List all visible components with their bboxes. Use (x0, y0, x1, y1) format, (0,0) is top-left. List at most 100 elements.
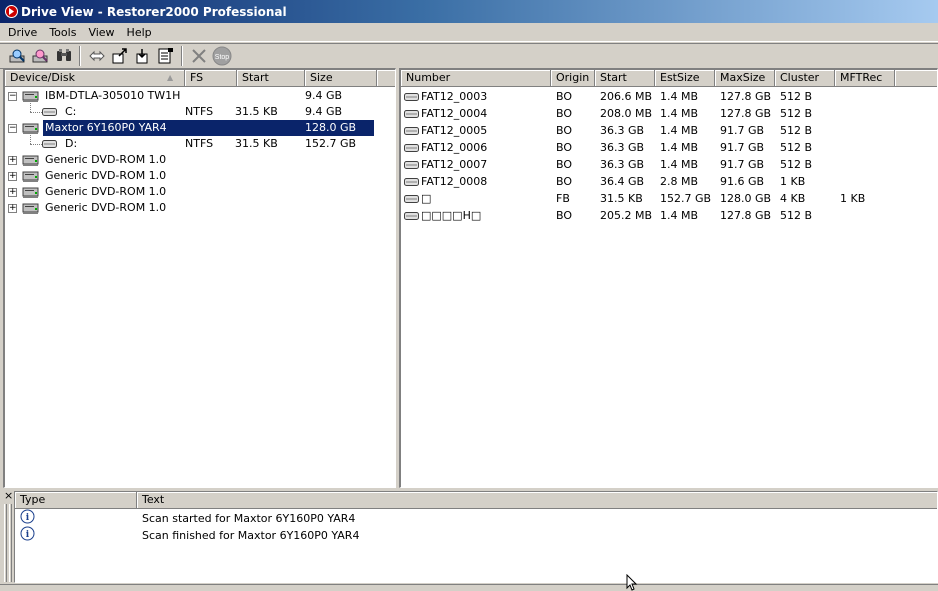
partition-estsize-cell: 1.4 MB (660, 158, 699, 171)
menu-view[interactable]: View (82, 24, 120, 41)
col-header-cluster[interactable]: Cluster (775, 70, 835, 87)
tree-line (30, 144, 42, 145)
tree-device-row[interactable]: + Generic DVD-ROM 1.0 (5, 152, 395, 169)
partition-list-pane[interactable]: Number Origin Start EstSize MaxSize Cluster MF… (399, 68, 938, 488)
device-name: IBM-DTLA-305010 TW1H (45, 89, 181, 102)
partition-row[interactable]: □□□□H□ BO 205.2 MB 1.4 MB 127.8 GB 512 B (401, 207, 937, 224)
device-name: Generic DVD-ROM 1.0 (45, 169, 167, 182)
partition-estsize-cell: 2.8 MB (660, 175, 699, 188)
export-button[interactable] (108, 45, 131, 67)
info-icon: i (20, 526, 35, 544)
partition-row[interactable]: FAT12_0003 BO 206.6 MB 1.4 MB 127.8 GB 512 B (401, 88, 937, 105)
log-col-header-text[interactable]: Text (137, 492, 937, 509)
partition-cluster-cell: 1 KB (780, 175, 806, 188)
col-header-maxsize[interactable]: MaxSize (715, 70, 775, 87)
partition-cluster-cell: 512 B (780, 124, 813, 137)
partition-origin-cell: BO (556, 107, 573, 120)
collapse-icon[interactable]: − (8, 92, 17, 101)
delete-button[interactable] (187, 45, 210, 67)
partition-start-cell: 36.3 GB (600, 124, 645, 137)
partition-number-cell: FAT12_0006 (421, 141, 488, 154)
partition-mftrec-cell: 1 KB (840, 192, 866, 205)
partition-number-cell: FAT12_0004 (421, 107, 488, 120)
log-grip[interactable] (9, 504, 12, 582)
stop-icon: Stop (212, 46, 231, 66)
partition-row[interactable]: FAT12_0006 BO 36.3 GB 1.4 MB 91.7 GB 512 B (401, 139, 937, 156)
hard-disk-icon (22, 171, 39, 182)
menu-drive[interactable]: Drive (2, 24, 43, 41)
menu-help[interactable]: Help (121, 24, 158, 41)
expand-icon[interactable]: + (8, 156, 17, 165)
tree-device-row[interactable]: + Generic DVD-ROM 1.0 (5, 168, 395, 185)
partition-row[interactable]: FAT12_0007 BO 36.3 GB 1.4 MB 91.7 GB 512 B (401, 156, 937, 173)
expand-icon[interactable]: + (8, 204, 17, 213)
log-row[interactable]: i Scan finished for Maxtor 6Y160P0 YAR4 (15, 526, 937, 544)
scan-button[interactable] (6, 45, 29, 67)
col-header-origin[interactable]: Origin (551, 70, 595, 87)
device-name: Generic DVD-ROM 1.0 (45, 185, 167, 198)
partition-origin-cell: FB (556, 192, 570, 205)
hard-disk-icon (22, 203, 39, 214)
tree-volume-row[interactable]: D: NTFS 31.5 KB 152.7 GB (5, 132, 395, 153)
sort-arrow-icon: ▲ (167, 73, 174, 82)
volume-name: C: (65, 105, 77, 118)
tree-device-row[interactable]: − IBM-DTLA-305010 TW1H 9.4 GB (5, 88, 395, 110)
log-pane[interactable]: Type Text i Scan started for Maxtor 6Y160… (14, 491, 938, 583)
partition-row[interactable]: FAT12_0005 BO 36.3 GB 1.4 MB 91.7 GB 512 B (401, 122, 937, 139)
col-header-device[interactable]: Device/Disk ▲ (5, 70, 185, 87)
device-name: Generic DVD-ROM 1.0 (45, 201, 167, 214)
menu-tools[interactable]: Tools (43, 24, 82, 41)
log-close-button[interactable]: × (4, 490, 14, 502)
app-icon[interactable] (4, 5, 18, 19)
col-header-mftrec[interactable]: MFTRec (835, 70, 895, 87)
size-cell: 152.7 GB (305, 137, 357, 150)
partition-number-cell: □□□□H□ (421, 209, 482, 222)
partition-row[interactable]: FAT12_0008 BO 36.4 GB 2.8 MB 91.6 GB 1 KB (401, 173, 937, 190)
log-row[interactable]: i Scan started for Maxtor 6Y160P0 YAR4 (15, 509, 937, 527)
log-col-header-type[interactable]: Type (15, 492, 137, 509)
partition-row[interactable]: FAT12_0004 BO 208.0 MB 1.4 MB 127.8 GB 512 B (401, 105, 937, 122)
collapse-icon[interactable]: − (8, 124, 17, 133)
tree-line (30, 100, 31, 112)
partition-estsize-cell: 1.4 MB (660, 124, 699, 137)
device-tree-pane[interactable]: Device/Disk ▲ FS Start Size − IBM-DTLA-305… (3, 68, 396, 488)
toolbar-separator (79, 46, 81, 66)
find-button[interactable] (52, 45, 75, 67)
log-grip[interactable] (4, 504, 7, 582)
stop-button[interactable]: Stop (210, 45, 233, 67)
title-bar[interactable]: Drive View - Restorer2000 Professional (0, 0, 938, 23)
col-header-number[interactable]: Number (401, 70, 551, 87)
tree-device-row[interactable]: + Generic DVD-ROM 1.0 (5, 200, 395, 217)
partition-estsize-cell: 1.4 MB (660, 107, 699, 120)
menu-bar: Drive Tools View Help (0, 23, 938, 42)
copy-button[interactable] (154, 45, 177, 67)
col-header-size[interactable]: Size (305, 70, 377, 87)
compare-button[interactable] (85, 45, 108, 67)
partition-number-cell: □ (421, 192, 432, 205)
col-header-start[interactable]: Start (237, 70, 305, 87)
partition-origin-cell: BO (556, 158, 573, 171)
col-header-fs[interactable]: FS (185, 70, 237, 87)
partition-start-cell: 36.4 GB (600, 175, 645, 188)
size-cell: 9.4 GB (305, 89, 343, 102)
tree-device-row[interactable]: − Maxtor 6Y160P0 YAR4 128.0 GB (5, 120, 395, 142)
col-header-estsize[interactable]: EstSize (655, 70, 715, 87)
tree-device-row[interactable]: + Generic DVD-ROM 1.0 (5, 184, 395, 201)
mouse-cursor-icon (626, 574, 638, 591)
tree-volume-row[interactable]: C: NTFS 31.5 KB 9.4 GB (5, 100, 395, 121)
search-button[interactable] (29, 45, 52, 67)
expand-icon[interactable]: + (8, 172, 17, 181)
start-cell: 31.5 KB (235, 137, 278, 150)
hard-disk-icon (22, 155, 39, 166)
status-bar (0, 584, 938, 590)
partition-icon (404, 110, 419, 118)
col-header-start[interactable]: Start (595, 70, 655, 87)
log-text: Scan finished for Maxtor 6Y160P0 YAR4 (142, 529, 360, 542)
expand-icon[interactable]: + (8, 188, 17, 197)
mount-button[interactable] (131, 45, 154, 67)
size-cell: 128.0 GB (305, 121, 357, 134)
partition-cluster-cell: 4 KB (780, 192, 806, 205)
partition-row[interactable]: □ FB 31.5 KB 152.7 GB 128.0 GB 4 KB 1 KB (401, 190, 937, 207)
partition-estsize-cell: 1.4 MB (660, 209, 699, 222)
partition-start-cell: 206.6 MB (600, 90, 653, 103)
